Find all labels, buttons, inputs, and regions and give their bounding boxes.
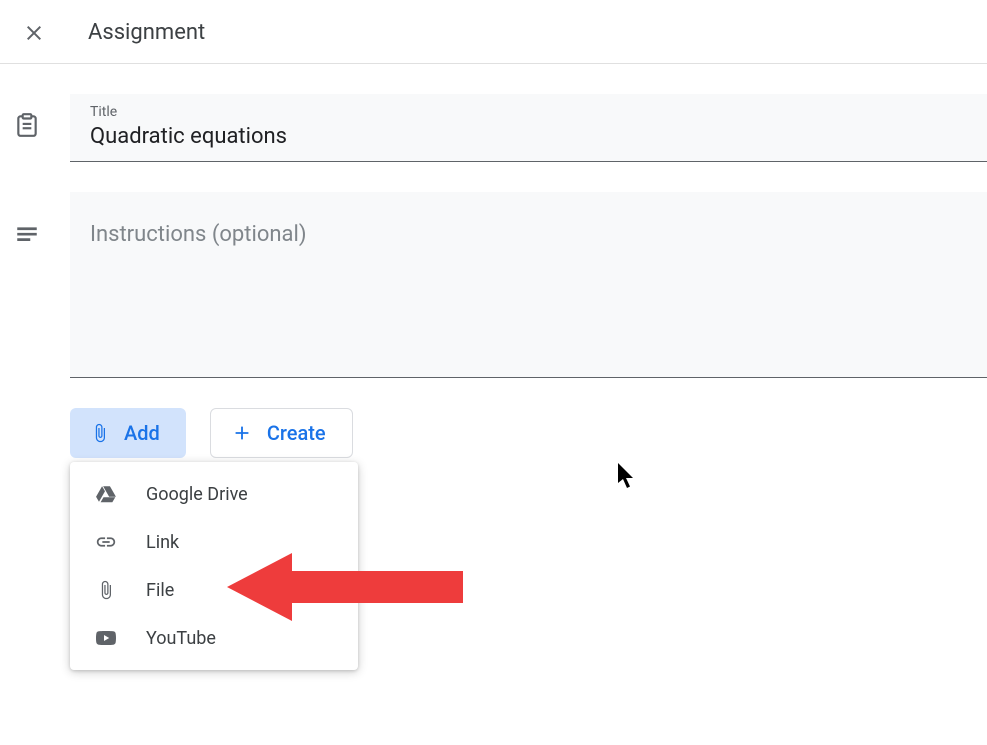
header: Assignment	[0, 0, 987, 64]
menu-item-label: File	[146, 580, 174, 601]
attachment-buttons: Add Create Google Drive Link	[70, 408, 987, 458]
description-icon	[14, 222, 40, 248]
menu-item-link[interactable]: Link	[70, 518, 358, 566]
close-icon	[22, 21, 46, 45]
menu-item-label: Google Drive	[146, 484, 248, 505]
menu-item-google-drive[interactable]: Google Drive	[70, 470, 358, 518]
add-button[interactable]: Add	[70, 408, 186, 458]
file-icon	[94, 578, 118, 602]
annotation-cursor	[618, 463, 638, 489]
title-label: Title	[90, 104, 967, 120]
attachment-icon	[90, 422, 110, 444]
page-title: Assignment	[88, 20, 205, 45]
title-field[interactable]: Title	[70, 94, 987, 162]
menu-item-label: YouTube	[146, 628, 216, 649]
instructions-field[interactable]	[70, 192, 987, 378]
menu-item-label: Link	[146, 532, 179, 553]
create-button-label: Create	[267, 421, 326, 445]
menu-item-file[interactable]: File	[70, 566, 358, 614]
create-button[interactable]: Create	[210, 408, 353, 458]
youtube-icon	[94, 626, 118, 650]
menu-item-youtube[interactable]: YouTube	[70, 614, 358, 662]
add-button-label: Add	[124, 421, 160, 445]
plus-icon	[231, 422, 253, 444]
main-form: Title Add Create Google Drive	[0, 64, 987, 458]
title-input[interactable]	[90, 124, 967, 149]
instructions-row	[14, 192, 987, 378]
drive-icon	[94, 482, 118, 506]
instructions-input[interactable]	[90, 222, 967, 322]
assignment-icon	[14, 112, 40, 138]
add-dropdown-menu: Google Drive Link File YouTube	[70, 462, 358, 670]
close-button[interactable]	[22, 21, 46, 45]
title-row: Title	[14, 94, 987, 162]
link-icon	[94, 530, 118, 554]
